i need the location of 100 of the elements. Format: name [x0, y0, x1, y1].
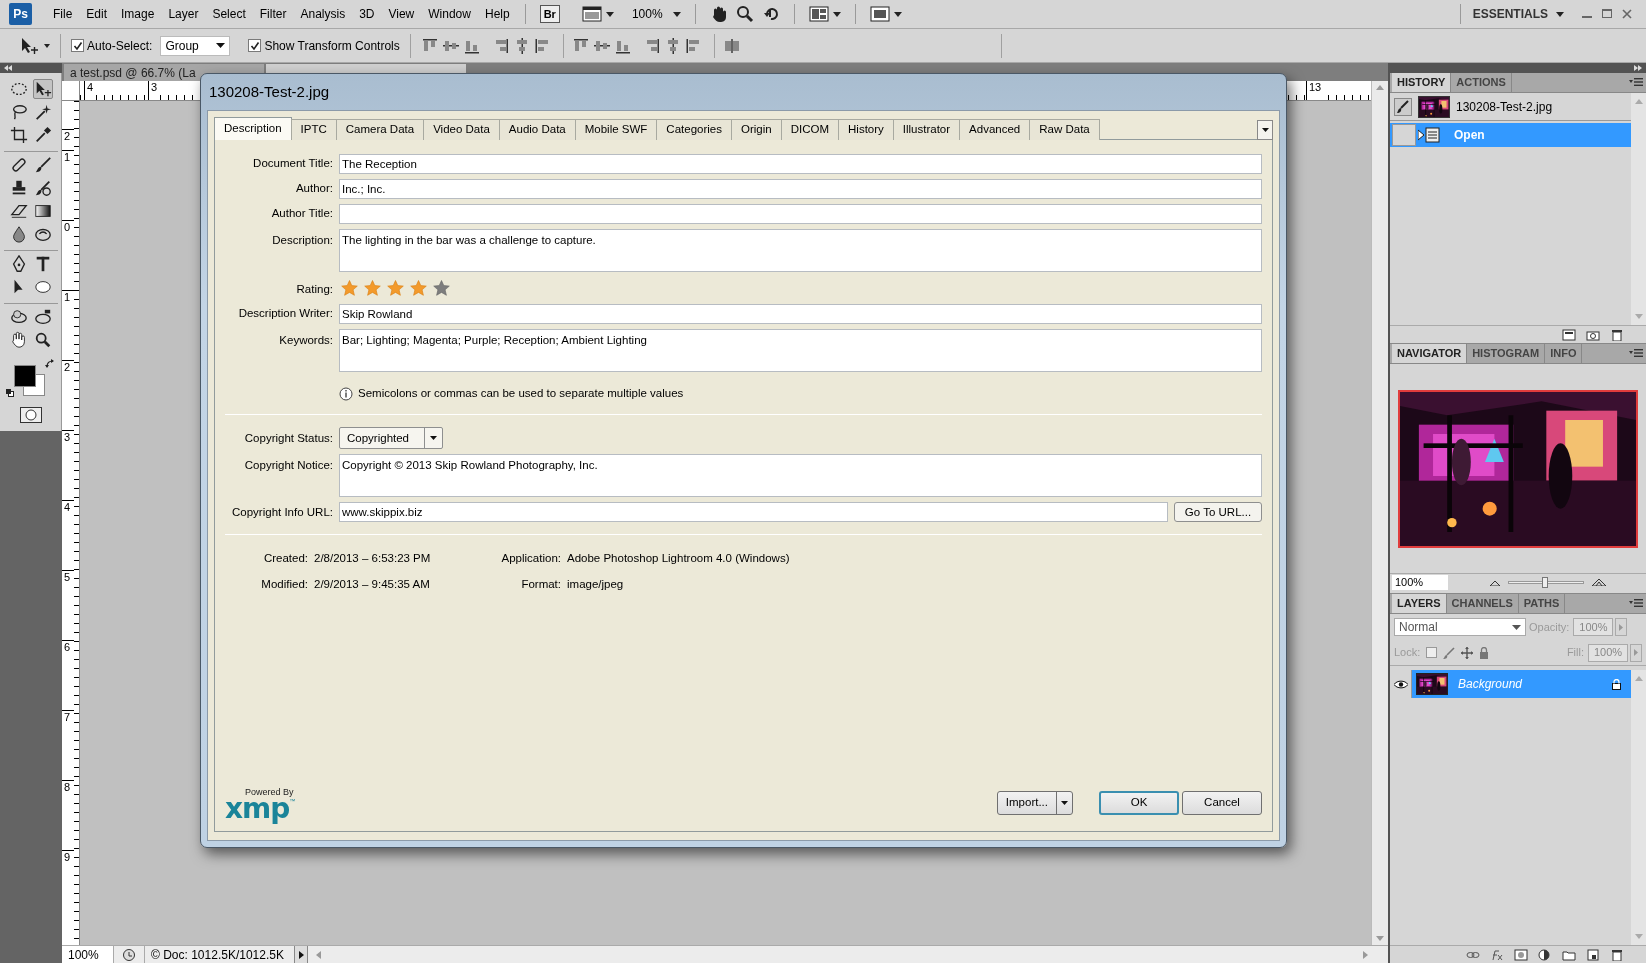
dropdown-icon[interactable]: [1261, 128, 1269, 132]
zoom-field[interactable]: 100%: [62, 946, 114, 963]
move-icon[interactable]: [1461, 646, 1474, 659]
quick-mask-icon[interactable]: [19, 407, 42, 423]
dialog-tab[interactable]: Origin: [731, 119, 782, 140]
crop-icon[interactable]: [8, 125, 29, 145]
text-area[interactable]: The lighting in the bar was a challenge to capture.: [339, 229, 1262, 272]
caret-icon[interactable]: [605, 11, 614, 17]
rotate-icon[interactable]: [761, 5, 780, 23]
import-button[interactable]: Import...: [996, 791, 1073, 815]
fullscreen-icon[interactable]: [869, 6, 890, 22]
text-field[interactable]: [339, 204, 1262, 224]
panel-menu-icon[interactable]: [1629, 598, 1643, 608]
slider-thumb[interactable]: [1541, 577, 1548, 588]
menu-item[interactable]: Edit: [79, 2, 115, 26]
dialog-tab[interactable]: Advanced: [959, 119, 1031, 140]
menu-item[interactable]: Image: [114, 2, 162, 26]
text-area[interactable]: Bar; Lighting; Magenta; Purple; Reception; Ambient Lighting: [339, 329, 1262, 372]
mask-icon[interactable]: [1514, 948, 1528, 961]
workspace-switcher[interactable]: ESSENTIALS: [1472, 5, 1548, 23]
dialog-tab[interactable]: History: [838, 119, 894, 140]
text-field[interactable]: Inc.; Inc.: [339, 179, 1262, 199]
new-layer-icon[interactable]: [1586, 948, 1600, 961]
url-field[interactable]: www.skippix.biz: [339, 502, 1168, 523]
zoom-out-icon[interactable]: [1490, 579, 1500, 586]
swap-icon[interactable]: [45, 359, 55, 369]
history-snapshot[interactable]: 130208-Test-2.jpg: [1456, 97, 1553, 116]
go-to-url-button[interactable]: Go To URL...: [1174, 502, 1262, 523]
adjustment-icon[interactable]: [1538, 948, 1552, 961]
camera-icon[interactable]: [1586, 328, 1600, 341]
arrow-right-icon[interactable]: [298, 950, 304, 959]
default-colors-icon[interactable]: [6, 389, 14, 397]
folder-icon[interactable]: [1562, 948, 1576, 961]
caret-icon[interactable]: [1556, 11, 1564, 17]
caret-icon[interactable]: [893, 11, 902, 17]
layout-icon[interactable]: [808, 6, 829, 22]
trash-icon[interactable]: [1610, 328, 1624, 341]
lock-icon[interactable]: [1479, 646, 1490, 659]
menu-item[interactable]: Layer: [161, 2, 206, 26]
color-swatches-drawing[interactable]: [14, 365, 45, 396]
blend-mode-dropdown[interactable]: Normal: [1394, 618, 1526, 636]
caret-icon[interactable]: [832, 11, 841, 17]
dialog-tab[interactable]: IPTC: [290, 119, 337, 140]
star-icon[interactable]: [387, 280, 404, 296]
group-dropdown[interactable]: Group: [160, 35, 231, 56]
menu-item[interactable]: Window: [421, 2, 478, 26]
caret-icon[interactable]: [44, 43, 50, 48]
dialog-tab[interactable]: Camera Data: [335, 119, 425, 140]
eye-icon[interactable]: [1393, 679, 1408, 689]
menu-item[interactable]: File: [46, 2, 80, 26]
panel-tab[interactable]: LAYERS: [1392, 594, 1447, 613]
zoom-field[interactable]: 100%: [1392, 575, 1448, 590]
search-icon[interactable]: [735, 5, 754, 23]
dialog-tab[interactable]: Description: [214, 117, 292, 140]
brush-icon[interactable]: [1394, 97, 1412, 116]
dialog-tab[interactable]: DICOM: [780, 119, 839, 140]
cancel-button[interactable]: Cancel: [1182, 791, 1262, 815]
move-tool-icon[interactable]: [20, 36, 38, 55]
star-icon[interactable]: [341, 280, 358, 296]
dialog-tab[interactable]: Illustrator: [892, 119, 961, 140]
expand-icon[interactable]: [1634, 65, 1642, 71]
star-icon[interactable]: [364, 280, 381, 296]
menu-item[interactable]: Analysis: [293, 2, 353, 26]
close-icon[interactable]: [1622, 9, 1632, 19]
screen-icon[interactable]: [581, 6, 602, 22]
dialog-tab[interactable]: Mobile SWF: [574, 119, 658, 140]
menu-item[interactable]: View: [381, 2, 422, 26]
ok-button[interactable]: OK: [1099, 791, 1179, 815]
zoom-in-icon[interactable]: [1592, 579, 1606, 586]
star-icon[interactable]: [433, 280, 450, 296]
dialog-tab[interactable]: Audio Data: [498, 119, 576, 140]
bridge-button[interactable]: Br: [539, 5, 560, 23]
panel-menu-icon[interactable]: [1629, 77, 1643, 87]
maximize-icon[interactable]: [1602, 9, 1612, 19]
dialog-tab[interactable]: Raw Data: [1029, 119, 1100, 140]
menu-item[interactable]: 3D: [352, 2, 382, 26]
effects-icon[interactable]: [1490, 948, 1504, 961]
zoom-level[interactable]: 100%: [631, 5, 663, 23]
star-icon[interactable]: [410, 280, 427, 296]
panel-menu-icon[interactable]: [1629, 348, 1643, 358]
auto-align-icon[interactable]: [722, 36, 741, 55]
copyright-status-dropdown[interactable]: Copyrighted: [339, 427, 443, 450]
menu-item[interactable]: Filter: [252, 2, 294, 26]
caret-icon[interactable]: [672, 11, 681, 17]
dialog-tab[interactable]: Categories: [656, 119, 732, 140]
checkbox[interactable]: [248, 39, 262, 52]
checkbox[interactable]: [71, 39, 84, 52]
menu-item[interactable]: Help: [477, 2, 517, 26]
dialog-tab[interactable]: Video Data: [423, 119, 500, 140]
collapse-icon[interactable]: [4, 65, 12, 71]
caret-icon[interactable]: [1061, 801, 1068, 805]
move-tool-icon[interactable]: [32, 79, 53, 99]
menu-item[interactable]: Select: [205, 2, 253, 26]
text-area[interactable]: Copyright © 2013 Skip Rowland Photography, Inc.: [339, 454, 1262, 498]
panel-tab[interactable]: HISTORY: [1392, 73, 1452, 92]
document-icon[interactable]: [1562, 328, 1576, 341]
trash-icon[interactable]: [1610, 948, 1624, 961]
text-field[interactable]: The Reception: [339, 154, 1262, 174]
orbit-icon[interactable]: [32, 307, 53, 327]
text-field[interactable]: Skip Rowland: [339, 304, 1262, 324]
